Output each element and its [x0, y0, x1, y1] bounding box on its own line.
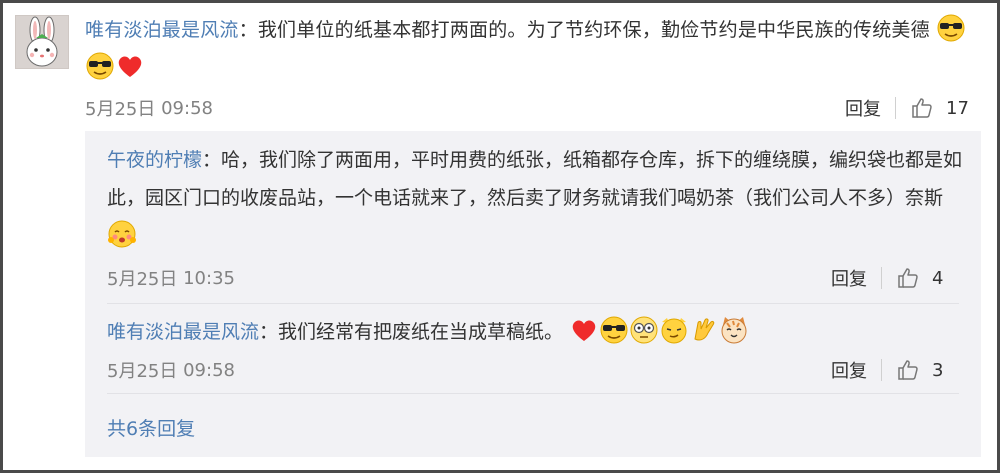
reply-text: 我们经常有把废纸在当成草稿纸。	[278, 321, 564, 343]
reply-timestamp: 5月25日 09:58	[107, 357, 235, 383]
like-count: 3	[932, 359, 944, 381]
author-separator: ：	[259, 321, 279, 343]
reply-button[interactable]: 回复	[845, 95, 881, 121]
reply-divider	[107, 393, 959, 394]
comment-actions: 回复 17	[845, 95, 969, 121]
reply-text: 哈，我们除了两面用，平时用费的纸张，纸箱都存仓库，拆下的缠绕膜，编织袋也都是如此…	[107, 149, 963, 209]
sunglasses-face-icon	[937, 14, 965, 42]
action-divider	[881, 359, 882, 381]
sunglasses-face-icon	[600, 316, 628, 344]
blush-face-icon	[108, 220, 136, 248]
avatar[interactable]	[15, 15, 69, 69]
thumbs-up-icon[interactable]	[910, 96, 934, 120]
comment-timestamp: 5月25日 09:58	[85, 95, 213, 121]
clap-hands-icon	[694, 318, 715, 341]
reply-body: 午夜的柠檬：哈，我们除了两面用，平时用费的纸张，纸箱都存仓库，拆下的缠绕膜，编织…	[107, 141, 965, 255]
reply-actions: 回复 4	[831, 265, 943, 291]
replies-panel: 午夜的柠檬：哈，我们除了两面用，平时用费的纸张，纸箱都存仓库，拆下的缠绕膜，编织…	[85, 131, 981, 457]
reply-body: 唯有淡泊最是风流：我们经常有把废纸在当成草稿纸。	[107, 313, 965, 351]
comment-date: 5月25日	[85, 99, 156, 120]
action-divider	[881, 267, 882, 289]
reply-button[interactable]: 回复	[831, 357, 867, 383]
smirk-face-icon	[661, 318, 687, 344]
like-count: 17	[946, 97, 969, 119]
red-heart-icon	[118, 56, 142, 77]
reply-actions: 回复 3	[831, 357, 943, 383]
comment-text: 我们单位的纸基本都打两面的。为了节约环保，勤俭节约是中华民族的传统美德	[257, 19, 930, 41]
thumbs-up-icon[interactable]	[896, 266, 920, 290]
like-count: 4	[932, 267, 944, 289]
comment-author-link[interactable]: 唯有淡泊最是风流	[85, 19, 239, 41]
author-separator: ：	[238, 19, 258, 41]
view-more-replies-link[interactable]: 共6条回复	[107, 414, 195, 441]
sunglasses-face-icon	[86, 52, 114, 80]
red-heart-icon	[572, 320, 596, 341]
reply-date: 5月25日	[107, 269, 178, 290]
action-divider	[895, 97, 896, 119]
comment-card: 唯有淡泊最是风流：我们单位的纸基本都打两面的。为了节约环保，勤俭节约是中华民族的…	[0, 0, 1000, 473]
reply-author-link[interactable]: 午夜的柠檬	[107, 149, 202, 171]
reply-divider	[107, 303, 959, 304]
cat-face-icon	[721, 317, 747, 344]
rabbit-avatar-icon	[16, 16, 68, 68]
comment-body: 唯有淡泊最是风流：我们单位的纸基本都打两面的。为了节约环保，勤俭节约是中华民族的…	[85, 11, 985, 87]
comment-time: 09:58	[161, 97, 213, 119]
reply-timestamp: 5月25日 10:35	[107, 265, 235, 291]
reply-button[interactable]: 回复	[831, 265, 867, 291]
author-separator: ：	[202, 149, 222, 171]
reply-time: 09:58	[183, 359, 235, 381]
reply-date: 5月25日	[107, 361, 178, 382]
reply-author-link[interactable]: 唯有淡泊最是风流	[107, 321, 259, 343]
reply-time: 10:35	[183, 267, 235, 289]
dizzy-face-icon	[630, 316, 658, 344]
thumbs-up-icon[interactable]	[896, 358, 920, 382]
